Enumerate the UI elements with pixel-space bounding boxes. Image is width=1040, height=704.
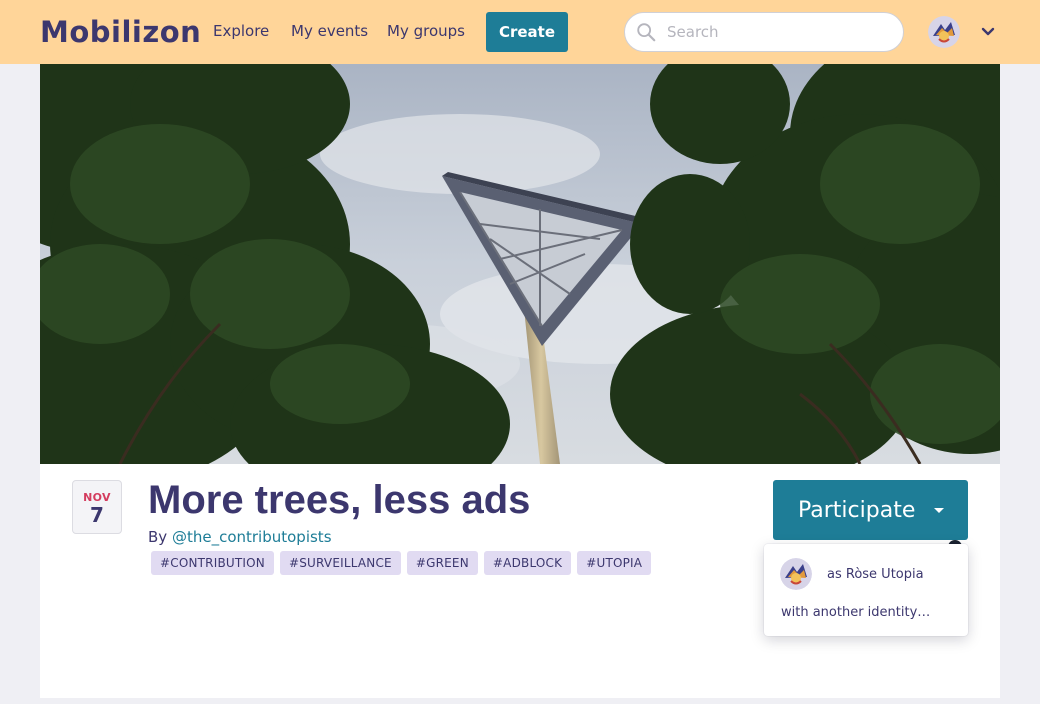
participate-button[interactable]: Participate: [773, 480, 968, 540]
create-button[interactable]: Create: [486, 12, 568, 52]
search-box[interactable]: [624, 12, 904, 52]
participate-dropdown-menu: as Ròse Utopia with another identity…: [764, 544, 968, 636]
caret-down-icon: [934, 508, 944, 513]
nav-my-groups-link[interactable]: My groups: [387, 22, 465, 40]
search-input[interactable]: [667, 23, 887, 41]
event-banner-image: [40, 64, 1000, 464]
nav-explore-link[interactable]: Explore: [213, 22, 269, 40]
tag-adblock[interactable]: #ADBLOCK: [483, 551, 572, 575]
nav-my-events-link[interactable]: My events: [291, 22, 368, 40]
by-prefix: By: [148, 528, 168, 546]
event-date-calendar: NOV 7: [72, 480, 122, 534]
user-avatar[interactable]: [928, 16, 960, 48]
organizer-link[interactable]: @the_contributopists: [172, 528, 332, 546]
avatar-image: [928, 16, 960, 48]
participate-label: Participate: [798, 497, 916, 523]
as-identity-label: as Ròse Utopia: [827, 566, 924, 582]
navbar: Mobilizon Explore My events My groups Cr…: [0, 0, 1040, 64]
event-tags: #CONTRIBUTION #SURVEILLANCE #GREEN #ADBL…: [151, 551, 652, 575]
event-organizer-line: By @the_contributopists: [148, 528, 332, 546]
event-card: NOV 7 More trees, less ads By @the_contr…: [40, 464, 1000, 698]
tag-utopia[interactable]: #UTOPIA: [577, 551, 652, 575]
identity-avatar: [780, 558, 812, 590]
tag-contribution[interactable]: #CONTRIBUTION: [151, 551, 274, 575]
tag-surveillance[interactable]: #SURVEILLANCE: [279, 551, 401, 575]
tag-green[interactable]: #GREEN: [406, 551, 478, 575]
chevron-down-icon[interactable]: [980, 24, 996, 40]
mobilizon-logo[interactable]: Mobilizon: [40, 14, 201, 50]
date-day: 7: [90, 503, 104, 527]
participate-other-identity-option[interactable]: with another identity…: [781, 605, 930, 620]
search-icon: [637, 23, 656, 42]
event-title: More trees, less ads: [148, 478, 531, 522]
logo-text: Mobilizon: [40, 15, 202, 49]
participate-as-identity-option[interactable]: as Ròse Utopia: [780, 558, 924, 590]
